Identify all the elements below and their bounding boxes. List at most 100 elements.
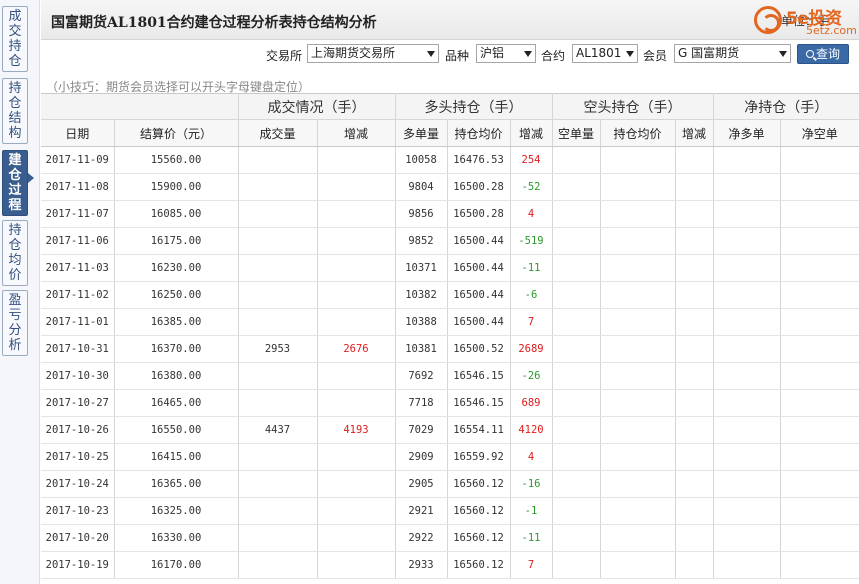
side-tab-label: 建仓过程 bbox=[8, 153, 22, 213]
group-header-short: 空头持仓（手） bbox=[552, 93, 714, 120]
side-tab-pnl[interactable]: 盈亏分析 bbox=[2, 290, 28, 356]
cell-empty bbox=[552, 254, 601, 282]
cell-long-chg: -52 bbox=[510, 173, 553, 201]
cell-empty bbox=[713, 470, 781, 498]
query-button[interactable]: 查询 bbox=[797, 44, 849, 64]
column-header[interactable]: 日期 bbox=[41, 119, 115, 147]
search-icon bbox=[805, 50, 814, 58]
side-tab-trade-position[interactable]: 成交持仓 bbox=[2, 6, 28, 72]
table-group-header: 成交情况（手） 多头持仓（手） 空头持仓（手） 净持仓（手） bbox=[41, 93, 859, 120]
cell-long-chg: 689 bbox=[510, 389, 553, 417]
variety-select[interactable]: 沪铝 bbox=[476, 44, 536, 63]
cell-empty bbox=[552, 281, 601, 309]
cell-empty bbox=[552, 551, 601, 579]
cell-vol bbox=[238, 551, 318, 579]
member-select-value: G 国富期货 bbox=[678, 46, 740, 60]
cell-vol bbox=[238, 389, 318, 417]
column-header[interactable]: 增减 bbox=[510, 119, 553, 147]
cell-vol-chg bbox=[317, 362, 396, 390]
cell-vol-chg bbox=[317, 524, 396, 552]
column-header[interactable]: 成交量 bbox=[238, 119, 318, 147]
column-header[interactable]: 增减 bbox=[317, 119, 396, 147]
cell-vol-chg bbox=[317, 443, 396, 471]
cell-vol bbox=[238, 227, 318, 255]
cell-empty bbox=[552, 335, 601, 363]
cell-date: 2017-10-26 bbox=[41, 416, 115, 444]
cell-vol bbox=[238, 497, 318, 525]
cell-empty bbox=[600, 281, 676, 309]
cell-long-avg: 16500.44 bbox=[447, 308, 511, 336]
cell-long-chg: -11 bbox=[510, 524, 553, 552]
cell-empty bbox=[713, 254, 781, 282]
cell-long-chg: -26 bbox=[510, 362, 553, 390]
cell-settle: 16385.00 bbox=[114, 308, 239, 336]
cell-vol-chg bbox=[317, 200, 396, 228]
contract-select-value: AL1801 bbox=[576, 46, 622, 60]
side-tab-avg-price[interactable]: 持仓均价 bbox=[2, 220, 28, 286]
cell-date: 2017-10-31 bbox=[41, 335, 115, 363]
cell-long: 10058 bbox=[395, 146, 448, 174]
cell-empty bbox=[675, 389, 714, 417]
column-header[interactable]: 持仓均价 bbox=[447, 119, 511, 147]
cell-date: 2017-11-07 bbox=[41, 200, 115, 228]
cell-settle: 16175.00 bbox=[114, 227, 239, 255]
cell-empty bbox=[713, 362, 781, 390]
cell-empty bbox=[600, 146, 676, 174]
cell-date: 2017-11-02 bbox=[41, 281, 115, 309]
cell-empty bbox=[780, 227, 859, 255]
cell-date: 2017-10-25 bbox=[41, 443, 115, 471]
brand-logo[interactable]: 5e投资 5etz.com bbox=[754, 4, 859, 38]
cell-date: 2017-10-23 bbox=[41, 497, 115, 525]
cell-long-chg: 7 bbox=[510, 551, 553, 579]
cell-empty bbox=[600, 524, 676, 552]
cell-long-chg: -6 bbox=[510, 281, 553, 309]
cell-vol bbox=[238, 470, 318, 498]
column-header[interactable]: 净空单 bbox=[780, 119, 859, 147]
column-header[interactable]: 增减 bbox=[675, 119, 714, 147]
cell-long-chg: 7 bbox=[510, 308, 553, 336]
column-header[interactable]: 净多单 bbox=[713, 119, 781, 147]
table-row: 2017-11-08 15900.00 9804 16500.28 -52 bbox=[41, 173, 859, 201]
group-header-blank bbox=[41, 93, 239, 120]
side-tab-build-process[interactable]: 建仓过程 bbox=[2, 150, 34, 216]
cell-long: 9856 bbox=[395, 200, 448, 228]
cell-long-avg: 16500.52 bbox=[447, 335, 511, 363]
cell-long-avg: 16559.92 bbox=[447, 443, 511, 471]
column-header[interactable]: 持仓均价 bbox=[600, 119, 676, 147]
cell-long-chg: 4 bbox=[510, 443, 553, 471]
cell-settle: 15560.00 bbox=[114, 146, 239, 174]
cell-vol bbox=[238, 200, 318, 228]
side-tab-position-structure[interactable]: 持仓结构 bbox=[2, 78, 28, 144]
table-row: 2017-11-07 16085.00 9856 16500.28 4 bbox=[41, 200, 859, 228]
column-header[interactable]: 多单量 bbox=[395, 119, 448, 147]
cell-long: 2909 bbox=[395, 443, 448, 471]
contract-select[interactable]: AL1801 bbox=[572, 44, 638, 63]
cell-empty bbox=[713, 335, 781, 363]
member-select[interactable]: G 国富期货 bbox=[674, 44, 791, 63]
side-tab-label: 持仓均价 bbox=[8, 223, 22, 283]
cell-empty bbox=[780, 335, 859, 363]
cell-date: 2017-10-24 bbox=[41, 470, 115, 498]
exchange-select[interactable]: 上海期货交易所 bbox=[307, 44, 439, 63]
cell-empty bbox=[552, 416, 601, 444]
cell-vol-chg bbox=[317, 470, 396, 498]
logo-icon bbox=[754, 6, 782, 34]
column-header[interactable]: 空单量 bbox=[552, 119, 601, 147]
cell-empty bbox=[600, 173, 676, 201]
cell-settle: 16325.00 bbox=[114, 497, 239, 525]
cell-empty bbox=[600, 362, 676, 390]
column-header[interactable]: 结算价（元） bbox=[114, 119, 239, 147]
table-row: 2017-11-02 16250.00 10382 16500.44 -6 bbox=[41, 281, 859, 309]
table-row: 2017-11-06 16175.00 9852 16500.44 -519 bbox=[41, 227, 859, 255]
cell-date: 2017-11-06 bbox=[41, 227, 115, 255]
cell-settle: 16250.00 bbox=[114, 281, 239, 309]
exchange-select-value: 上海期货交易所 bbox=[311, 46, 396, 60]
cell-empty bbox=[780, 551, 859, 579]
cell-empty bbox=[713, 146, 781, 174]
table-row: 2017-10-26 16550.00 4437 4193 7029 16554.11 41… bbox=[41, 416, 859, 444]
cell-empty bbox=[713, 497, 781, 525]
cell-empty bbox=[600, 308, 676, 336]
cell-long: 2922 bbox=[395, 524, 448, 552]
cell-long-avg: 16500.44 bbox=[447, 227, 511, 255]
cell-empty bbox=[780, 200, 859, 228]
